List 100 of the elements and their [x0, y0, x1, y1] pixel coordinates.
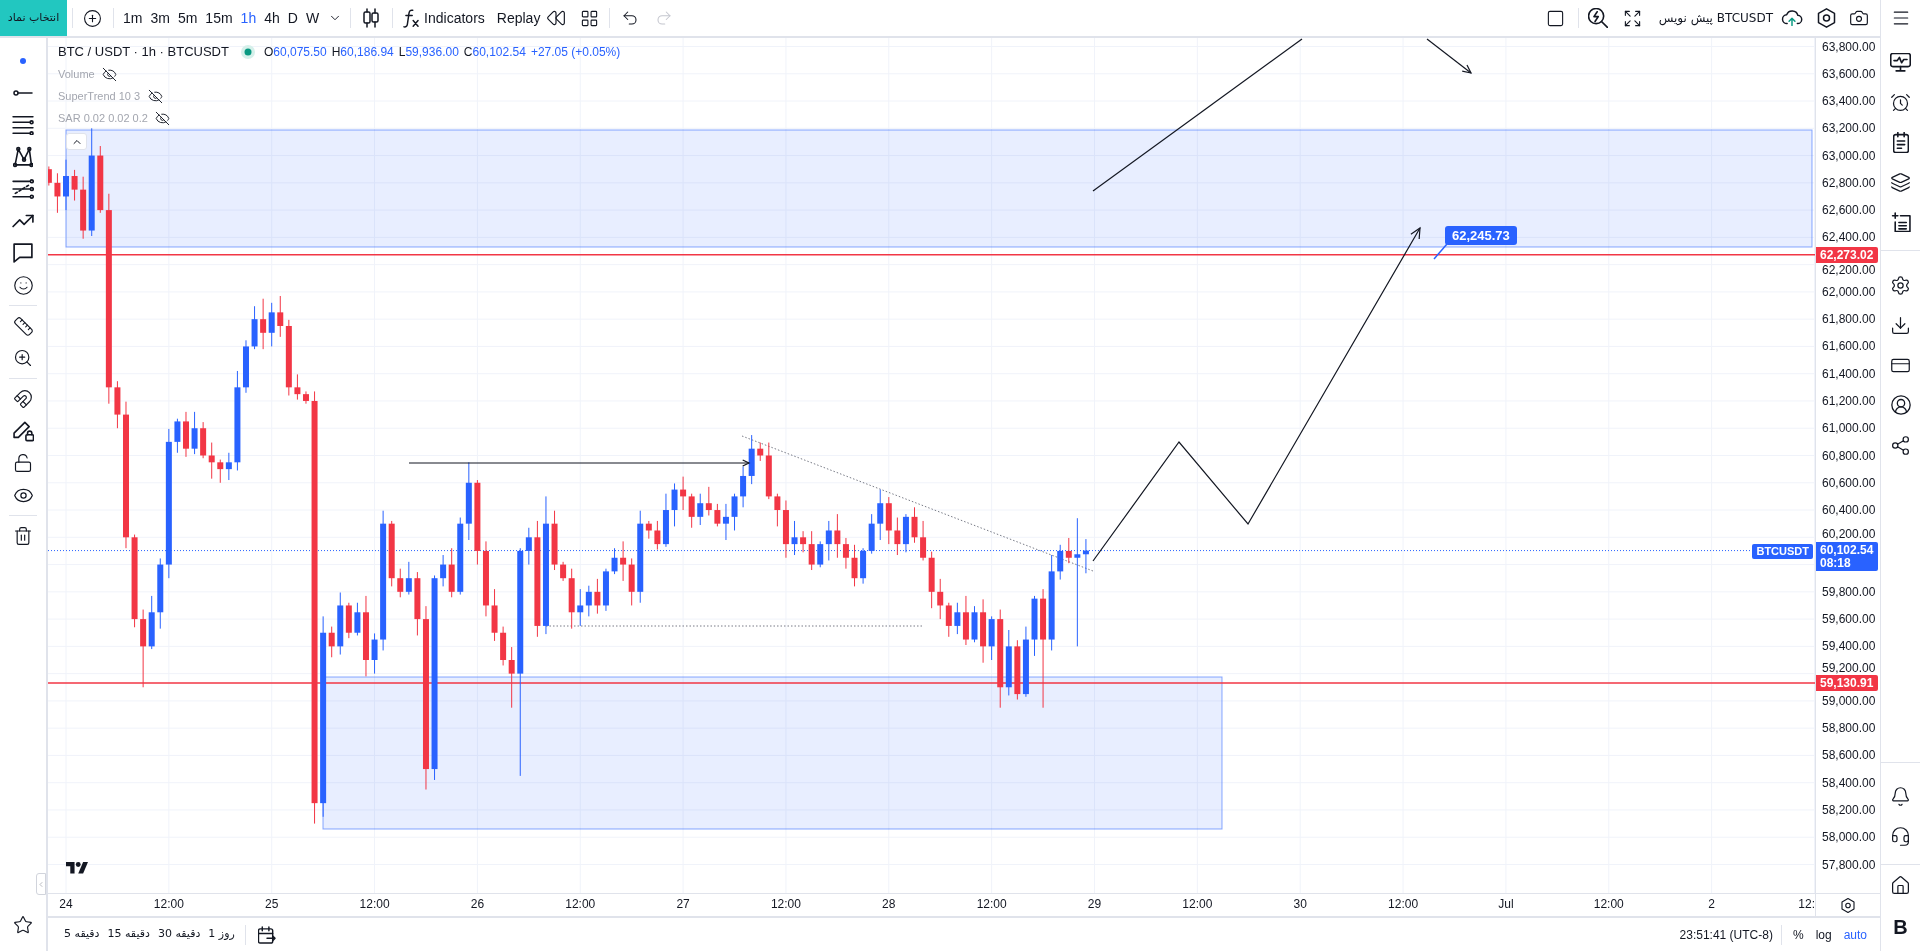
time-axis-label: Jul — [1498, 897, 1514, 911]
time-axis-label: 12:00 — [153, 897, 184, 911]
notepad-icon — [1892, 131, 1909, 153]
price-axis-label: 62,600.00 — [1822, 203, 1876, 218]
range-button[interactable]: 30 دقیقه — [153, 921, 205, 948]
range-button[interactable]: 5 دقیقه — [60, 921, 104, 948]
interval-tab[interactable]: 5m — [173, 4, 202, 32]
trend-arrow-icon — [12, 214, 34, 228]
settings-icon — [1841, 897, 1855, 913]
time-axis-label: 24 — [59, 897, 73, 911]
price-axis-label: 62,200.00 — [1822, 263, 1876, 278]
chevron-left-icon — [37, 879, 45, 889]
square-icon — [1546, 8, 1566, 28]
chart-logo-icon — [66, 860, 88, 875]
interval-tab[interactable]: 1m — [119, 4, 147, 32]
price-axis-label: 63,200.00 — [1822, 121, 1876, 136]
interval-tab[interactable]: 1h — [236, 4, 261, 32]
plus-circle-icon — [82, 8, 102, 28]
channel-lines-icon — [12, 179, 34, 199]
indicator-name: Volume — [58, 66, 95, 82]
price-axis-label: 61,400.00 — [1822, 366, 1876, 381]
time-axis-label: 12: — [1798, 897, 1815, 911]
price-axis-label: 61,800.00 — [1822, 312, 1876, 327]
grid-layout-icon — [579, 8, 599, 28]
time-axis-label: 12:00 — [359, 897, 390, 911]
indicator-name: SuperTrend 10 3 — [58, 88, 141, 104]
price-axis-label: 59,000.00 — [1822, 693, 1876, 708]
price-axis-label: 60,200.00 — [1822, 527, 1876, 542]
interval-tab[interactable]: D — [283, 4, 302, 32]
pattern-icon — [13, 146, 33, 168]
ohlc-label: C — [463, 44, 473, 61]
time-axis-label: 28 — [882, 897, 896, 911]
list-plus-icon — [1890, 212, 1911, 232]
leader-line — [1433, 243, 1448, 260]
undo-icon — [621, 9, 640, 27]
collapse-legend-button[interactable] — [66, 133, 87, 150]
eye-off-icon — [155, 110, 171, 126]
alarm-clock-icon — [1890, 91, 1911, 113]
redo-icon — [655, 9, 674, 27]
price-axis-label: 59,800.00 — [1822, 584, 1876, 599]
time-axis-label: 12:00 — [1388, 897, 1419, 911]
time-axis-label: 25 — [265, 897, 279, 911]
ohlc-value: 60,102.54 — [472, 44, 526, 61]
visibility-toggle[interactable] — [154, 110, 171, 126]
headset-icon — [1890, 825, 1911, 847]
price-axis-label: 58,400.00 — [1822, 775, 1876, 790]
ohlc-label: L — [398, 44, 406, 61]
share-icon — [1890, 434, 1911, 456]
user-circle-icon — [1889, 394, 1912, 416]
calendar-arrow-icon — [257, 925, 276, 944]
price-axis-label: 62,800.00 — [1822, 175, 1876, 190]
brand-logo[interactable]: B — [1893, 915, 1908, 939]
multi-line-icon — [12, 115, 34, 135]
price-axis-label: 60,600.00 — [1822, 475, 1876, 490]
price-axis-label: 62,000.00 — [1822, 284, 1876, 299]
horizontal-line-icon — [12, 90, 34, 96]
range-button[interactable]: 1 روز — [204, 921, 239, 948]
scale-toggle[interactable]: % — [1787, 922, 1809, 947]
eye-off-icon — [102, 66, 118, 82]
interval-tab[interactable]: 15m — [201, 4, 237, 32]
time-axis-label: 26 — [470, 897, 485, 911]
replay-button[interactable]: Replay — [496, 4, 567, 32]
ohlc-value: 59,936.00 — [405, 44, 459, 61]
time-axis-label: 12:00 — [976, 897, 1007, 911]
pencil-lock-icon — [12, 420, 34, 442]
zoom-in-icon — [13, 348, 33, 368]
price-axis-label: 59,200.00 — [1822, 660, 1876, 675]
status-dot-icon — [240, 45, 255, 59]
price-axis-label: 58,800.00 — [1822, 721, 1876, 736]
ohlc-label: H — [331, 44, 341, 61]
interval-tab[interactable]: 4h — [260, 4, 284, 32]
bar-countdown: 08:18 — [1820, 556, 1851, 570]
symbol-tag: BTCUSDT — [1752, 543, 1813, 559]
ohlc-value: 60,075.50 — [273, 44, 327, 61]
scale-toggle[interactable]: log — [1810, 922, 1837, 947]
price-line-tag: 62,273.02 — [1816, 246, 1878, 263]
scale-toggle[interactable]: auto — [1838, 922, 1872, 947]
price-axis-label: 63,800.00 — [1822, 39, 1876, 54]
price-axis-label: 63,600.00 — [1822, 66, 1876, 81]
time-axis-label: 30 — [1293, 897, 1307, 911]
axis-settings-button[interactable] — [1838, 895, 1858, 915]
price-axis-label: 59,600.00 — [1822, 612, 1876, 627]
symbol-title: BTC / USDT · 1h · BTCUSDT — [58, 43, 229, 62]
symbol-search-button[interactable]: انتخاب نماد — [0, 0, 67, 36]
ohlc-label: O — [263, 44, 274, 61]
interval-tab[interactable]: W — [301, 4, 324, 32]
layers-icon — [1890, 171, 1911, 193]
lock-open-icon — [13, 453, 33, 473]
time-axis-label: 12:00 — [1593, 897, 1624, 911]
price-axis-label: 58,200.00 — [1822, 802, 1876, 817]
visibility-toggle[interactable] — [147, 88, 164, 104]
clock-display[interactable]: 23:51:41 (UTC-8) — [1679, 925, 1773, 944]
interval-tab[interactable]: 3m — [146, 4, 174, 32]
range-button[interactable]: 15 دقیقه — [103, 921, 154, 948]
price-axis-label: 58,000.00 — [1822, 830, 1876, 845]
visibility-toggle[interactable] — [101, 66, 118, 82]
time-axis-label: 12:00 — [770, 897, 801, 911]
indicators-button[interactable]: Indicators — [403, 4, 485, 32]
price-change: +27.05 (+0.05%) — [530, 44, 621, 61]
price-axis-label: 63,000.00 — [1822, 148, 1876, 163]
